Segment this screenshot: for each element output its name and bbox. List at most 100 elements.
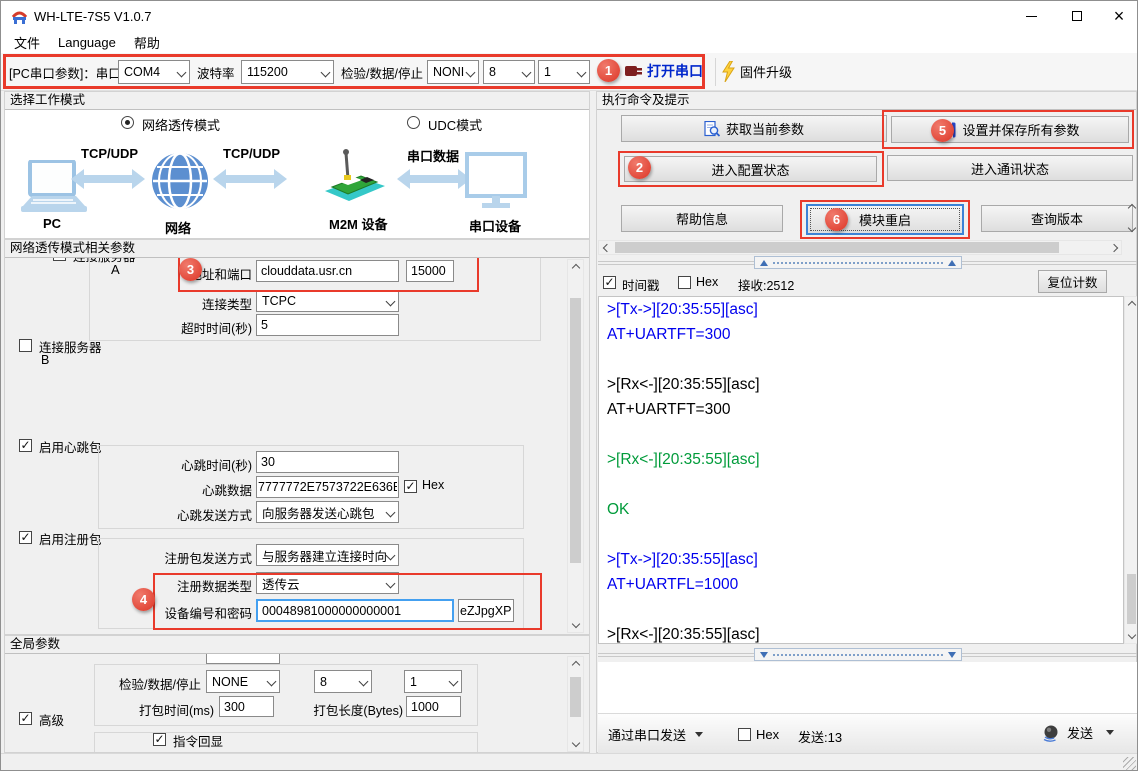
scrollbar-thumb[interactable] — [570, 677, 581, 717]
device-id-input[interactable] — [256, 599, 454, 622]
server-b-line2: B — [41, 353, 49, 367]
reg-enable-checkbox[interactable] — [19, 531, 32, 544]
resize-grip[interactable] — [1123, 757, 1136, 770]
reg-type-select[interactable]: 透传云 — [256, 572, 399, 594]
hb-mode-select[interactable]: 向服务器发送心跳包 — [256, 501, 399, 523]
chevron-down-icon — [386, 507, 396, 517]
scroll-left-arrow[interactable] — [599, 241, 614, 254]
heartbeat-enable-checkbox[interactable] — [19, 439, 32, 452]
help-info-button[interactable]: 帮助信息 — [621, 205, 783, 232]
scroll-up-arrow[interactable] — [1125, 297, 1138, 313]
sent-count: 发送:13 — [798, 727, 842, 746]
global-params-section: 全局参数 检验/数据/停止 NONE 8 1 打包时间(ms) 打包长度(Byt… — [4, 635, 590, 753]
scroll-down-arrow[interactable] — [568, 616, 583, 632]
close-icon — [1114, 7, 1125, 25]
g-data-bits-select[interactable]: 8 — [314, 670, 372, 693]
advanced-checkbox[interactable] — [19, 712, 32, 725]
net-params-header: 网络透传模式相关参数 — [5, 240, 589, 258]
hb-data-input[interactable] — [256, 476, 399, 498]
log-hex-checkbox[interactable] — [678, 276, 691, 289]
parity-select[interactable]: NONI — [427, 60, 479, 84]
pack-len-label: 打包长度(Bytes) — [265, 700, 403, 719]
send-via-dropdown[interactable]: 通过串口发送 — [608, 725, 703, 744]
send-button[interactable]: 发送 — [1042, 723, 1114, 742]
hb-data-label: 心跳数据 — [89, 480, 252, 499]
parity-value: NONI — [433, 65, 464, 79]
clipped-input — [206, 654, 280, 664]
net-mode-label: 网络透传模式 — [142, 115, 220, 134]
scroll-down-arrow[interactable] — [1125, 627, 1138, 643]
radio-net-mode[interactable] — [121, 116, 134, 129]
scroll-up-arrow[interactable] — [568, 657, 583, 673]
pack-len-input[interactable] — [406, 696, 461, 717]
commands-hscrollbar[interactable] — [598, 240, 1122, 255]
enter-config-button[interactable]: 进入配置状态 — [624, 156, 877, 182]
g-stop-bits-select[interactable]: 1 — [404, 670, 462, 693]
data-bits-select[interactable]: 8 — [483, 60, 535, 84]
open-port-button[interactable]: 打开串口 — [625, 61, 703, 81]
close-button[interactable] — [1099, 1, 1138, 31]
reg-mode-select[interactable]: 与服务器建立连接时向服务 — [256, 544, 399, 566]
net-params-scrollbar[interactable] — [567, 259, 584, 633]
dropdown-arrow-icon — [1106, 730, 1114, 735]
hb-time-input[interactable] — [256, 451, 399, 473]
recv-count: 接收:2512 — [738, 275, 794, 294]
scrollbar-thumb[interactable] — [615, 242, 1059, 253]
get-params-button[interactable]: 获取当前参数 — [621, 115, 887, 142]
menu-language[interactable]: Language — [49, 33, 125, 52]
scrollbar-thumb[interactable] — [570, 298, 581, 563]
log-line: >[Tx->][20:35:55][asc] — [607, 551, 1123, 576]
port-input[interactable] — [406, 260, 454, 282]
menu-file[interactable]: 文件 — [5, 31, 49, 54]
buttons-scroll-up[interactable] — [1125, 200, 1138, 216]
address-input[interactable] — [256, 260, 399, 282]
splitter-dotted-line — [773, 262, 943, 264]
g-data-bits-value: 8 — [320, 675, 327, 689]
timestamp-checkbox[interactable] — [603, 276, 616, 289]
scroll-down-arrow[interactable] — [568, 735, 583, 751]
send-hex-checkbox[interactable] — [738, 728, 751, 741]
scroll-right-arrow[interactable] — [1106, 241, 1121, 254]
server-a-checkbox[interactable] — [53, 258, 66, 261]
splitter-arrow-down-icon — [760, 652, 768, 658]
advanced-label: 高级 — [39, 710, 64, 729]
device-password-input[interactable] — [458, 599, 514, 622]
log-area[interactable]: >[Tx->][20:35:55][asc]AT+UARTFT=300 >[Rx… — [598, 296, 1124, 644]
module-restart-label: 模块重启 — [859, 210, 911, 229]
globe-network-icon — [151, 152, 209, 210]
save-params-button[interactable]: 设置并保存所有参数 — [891, 116, 1129, 143]
global-scrollbar[interactable] — [567, 656, 584, 752]
echo-checkbox[interactable] — [153, 733, 166, 746]
firmware-upgrade-label: 固件升级 — [740, 62, 792, 81]
scrollbar-thumb[interactable] — [1127, 574, 1136, 624]
send-button-label: 发送 — [1067, 723, 1093, 742]
global-params-body: 检验/数据/停止 NONE 8 1 打包时间(ms) 打包长度(Bytes) 高… — [5, 654, 589, 752]
g-parity-select[interactable]: NONE — [206, 670, 280, 693]
firmware-upgrade-button[interactable]: 固件升级 — [722, 61, 792, 82]
log-splitter-top[interactable] — [754, 256, 962, 269]
data-bits-value: 8 — [489, 65, 496, 79]
radio-udc-mode[interactable] — [407, 116, 420, 129]
log-line: >[Rx<-][20:35:55][asc] — [607, 451, 1123, 476]
com-port-select[interactable]: COM4 — [118, 60, 190, 84]
send-input-area[interactable] — [598, 662, 1137, 713]
maximize-button[interactable] — [1054, 1, 1099, 31]
send-sphere-icon — [1042, 724, 1060, 742]
baud-rate-select[interactable]: 115200 — [241, 60, 334, 84]
hb-hex-checkbox[interactable] — [404, 480, 417, 493]
conn-type-select[interactable]: TCPC — [256, 290, 399, 312]
timeout-input[interactable] — [256, 314, 399, 336]
log-scrollbar[interactable] — [1124, 296, 1138, 644]
window-title: WH-LTE-7S5 V1.0.7 — [34, 9, 152, 24]
minimize-button[interactable] — [1009, 1, 1054, 31]
query-version-button[interactable]: 查询版本 — [981, 205, 1133, 232]
menu-help[interactable]: 帮助 — [125, 31, 169, 54]
server-b-checkbox[interactable] — [19, 339, 32, 352]
log-splitter-bottom[interactable] — [754, 648, 962, 661]
enter-comm-button[interactable]: 进入通讯状态 — [887, 155, 1133, 181]
splitter-arrow-down-icon — [948, 652, 956, 658]
stop-bits-select[interactable]: 1 — [538, 60, 590, 84]
buttons-scroll-down[interactable] — [1125, 220, 1138, 236]
reset-count-button[interactable]: 复位计数 — [1038, 270, 1107, 293]
scroll-up-arrow[interactable] — [568, 260, 583, 276]
